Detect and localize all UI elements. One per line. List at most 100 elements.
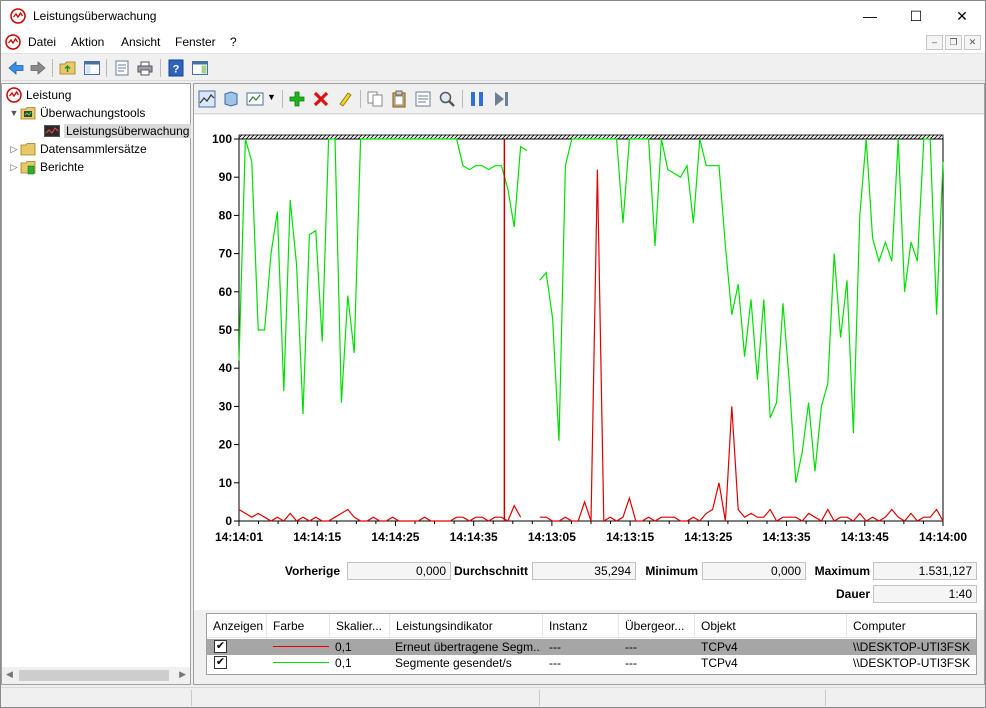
zoom-icon[interactable] (438, 90, 456, 108)
scale-cell: 0,1 (335, 640, 352, 654)
chevron-right-icon[interactable]: ▷ (8, 162, 20, 173)
performance-monitor-window: Leistungsüberwachung — ☐ ✕ Datei Aktion … (0, 0, 986, 708)
tree-item-berichte-label: Berichte (40, 160, 85, 174)
average-value: 35,294 (532, 562, 636, 580)
x-tick-label: 14:14:00 (919, 530, 967, 544)
show-checkbox[interactable]: ✔ (214, 656, 227, 669)
tree-item-ueberwachungstools-label: Überwachungstools (40, 106, 146, 120)
freeze-display-icon[interactable] (468, 90, 486, 108)
reports-icon (20, 161, 36, 175)
up-folder-icon[interactable] (59, 59, 77, 77)
statistics-bar: Vorherige 0,000 Durchschnitt 35,294 Mini… (194, 560, 984, 610)
menu-fenster[interactable]: Fenster (175, 35, 216, 49)
show-hide-action-pane-icon[interactable] (191, 59, 209, 77)
column-skalierung[interactable]: Skalier... (330, 614, 390, 638)
graph-toolbar: ▼ (194, 84, 984, 114)
average-label: Durchschnitt (453, 564, 528, 578)
properties-icon[interactable] (113, 59, 131, 77)
table-header: Anzeigen Farbe Skalier... Leistungsindik… (207, 614, 976, 638)
column-objekt[interactable]: Objekt (695, 614, 847, 638)
previous-value: 0,000 (347, 562, 451, 580)
status-separator (191, 690, 192, 706)
monitoring-tools-icon (20, 107, 36, 120)
update-data-icon[interactable] (492, 90, 510, 108)
add-counter-icon[interactable] (288, 90, 306, 108)
delete-counter-icon[interactable] (312, 90, 330, 108)
view-log-data-icon[interactable] (222, 90, 240, 108)
back-arrow-icon[interactable] (7, 59, 25, 77)
maximize-button[interactable]: ☐ (893, 1, 939, 31)
paste-counter-list-icon[interactable] (390, 90, 408, 108)
menu-aktion[interactable]: Aktion (71, 35, 104, 49)
show-checkbox[interactable]: ✔ (214, 640, 227, 653)
performance-icon (6, 87, 22, 103)
scroll-right-icon[interactable]: ▶ (179, 669, 186, 680)
menu-datei[interactable]: Datei (28, 35, 56, 49)
status-separator (539, 690, 540, 706)
menu-help[interactable]: ? (230, 35, 237, 49)
console-tree: Leistung ▼ Überwachungstools Leistungsüb… (1, 83, 192, 685)
color-swatch (273, 646, 329, 647)
chevron-down-icon[interactable]: ▼ (8, 108, 20, 118)
system-menu-icon[interactable] (5, 34, 21, 50)
y-tick-label: 20 (219, 438, 233, 452)
change-graph-type-icon[interactable] (246, 90, 264, 108)
column-farbe[interactable]: Farbe (267, 614, 330, 638)
table-row[interactable]: ✔ 0,1 Segmente gesendet/s --- --- TCPv4 … (207, 655, 976, 671)
minimize-button[interactable]: — (847, 1, 893, 31)
object-cell: TCPv4 (701, 656, 738, 670)
minimum-label: Minimum (645, 564, 698, 578)
chevron-right-icon[interactable]: ▷ (8, 144, 20, 155)
graph-type-dropdown-icon[interactable]: ▼ (267, 92, 276, 102)
close-button[interactable]: ✕ (939, 1, 985, 31)
mdi-controls: – ❐ ✕ (926, 35, 981, 50)
tree-item-leistungsueberwachung[interactable]: Leistungsüberwachung (44, 122, 192, 140)
x-tick-label: 14:13:05 (528, 530, 576, 544)
x-tick-label: 14:13:25 (684, 530, 732, 544)
mdi-restore-button[interactable]: ❐ (945, 35, 962, 50)
counter-cell: Segmente gesendet/s (395, 656, 512, 670)
column-anzeigen[interactable]: Anzeigen (207, 614, 267, 638)
table-row[interactable]: ✔ 0,1 Erneut übertragene Segm... --- ---… (207, 639, 976, 655)
help-icon[interactable]: ? (167, 59, 185, 77)
instance-cell: --- (549, 656, 561, 670)
column-computer[interactable]: Computer (847, 614, 976, 638)
duration-value: 1:40 (873, 585, 977, 603)
toolbar-separator (160, 59, 161, 77)
performance-monitor-icon (10, 8, 26, 24)
horizontal-scrollbar[interactable]: ◀ ▶ (2, 667, 190, 684)
highlight-icon[interactable] (336, 90, 354, 108)
forward-arrow-icon[interactable] (29, 59, 47, 77)
x-tick-label: 14:14:01 (215, 530, 263, 544)
menu-bar: Datei Aktion Ansicht Fenster ? – ❐ ✕ (1, 31, 985, 54)
tree-item-leistung[interactable]: Leistung (6, 86, 71, 104)
tree-item-berichte[interactable]: ▷ Berichte (8, 158, 84, 176)
view-current-activity-icon[interactable] (198, 90, 216, 108)
performance-monitor-chart-icon (44, 125, 60, 137)
y-tick-label: 80 (219, 208, 233, 222)
print-icon[interactable] (136, 59, 154, 77)
overflow-band (238, 134, 944, 140)
mdi-close-button[interactable]: ✕ (964, 35, 981, 50)
copy-properties-icon[interactable] (366, 90, 384, 108)
properties-icon[interactable] (414, 90, 432, 108)
menu-ansicht[interactable]: Ansicht (121, 35, 160, 49)
counter-legend-table: Anzeigen Farbe Skalier... Leistungsindik… (206, 613, 977, 675)
column-uebergeordnet[interactable]: Übergeor... (619, 614, 695, 638)
x-tick-label: 14:13:45 (841, 530, 889, 544)
mdi-minimize-button[interactable]: – (926, 35, 943, 50)
x-tick-label: 14:14:25 (371, 530, 419, 544)
performance-graph[interactable]: 0 10 20 30 40 50 60 70 80 90 100 14:14:01 14:14:15 1… (194, 115, 984, 610)
computer-cell: \\DESKTOP-UTI3FSK (853, 640, 971, 654)
scrollbar-thumb[interactable] (19, 670, 169, 681)
column-leistungsindikator[interactable]: Leistungsindikator (390, 614, 543, 638)
show-hide-console-tree-icon[interactable] (83, 59, 101, 77)
column-instanz[interactable]: Instanz (543, 614, 619, 638)
scroll-left-icon[interactable]: ◀ (6, 669, 13, 680)
tree-item-datensammlersaetze[interactable]: ▷ Datensammlersätze (8, 140, 147, 158)
x-tick-label: 14:14:15 (293, 530, 341, 544)
computer-cell: \\DESKTOP-UTI3FSK (853, 656, 971, 670)
x-tick-label: 14:14:35 (450, 530, 498, 544)
main-toolbar: ? (1, 55, 985, 81)
tree-item-ueberwachungstools[interactable]: ▼ Überwachungstools (8, 104, 146, 122)
